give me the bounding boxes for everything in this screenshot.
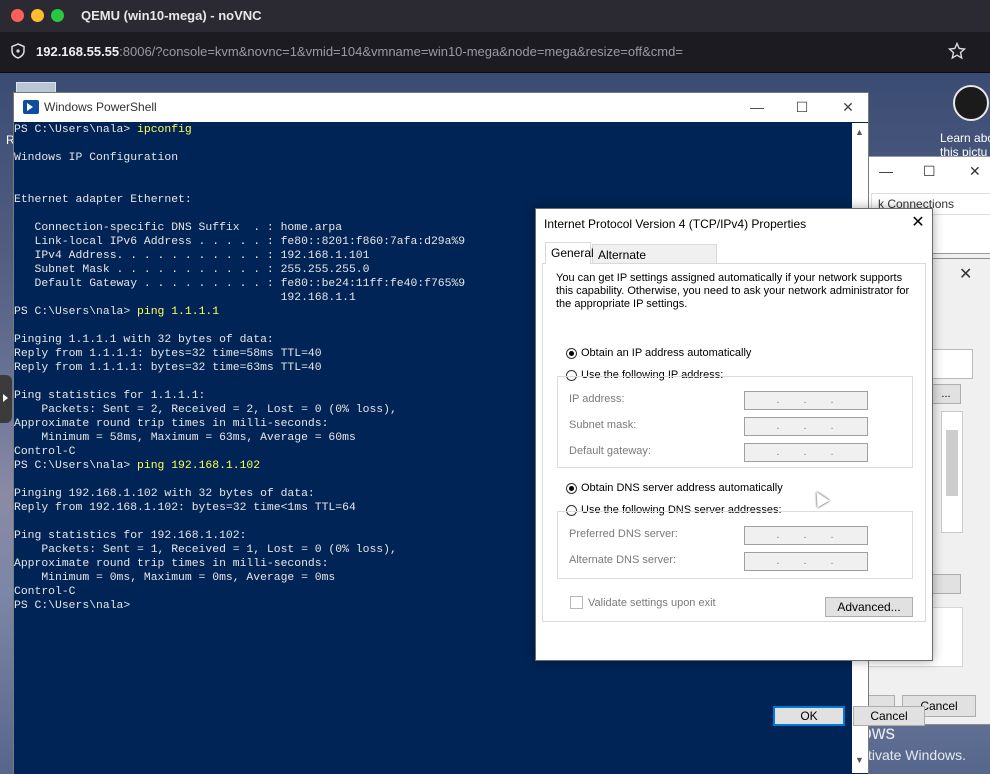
validate-settings-checkbox[interactable]: Validate settings upon exit [570,596,716,609]
radio-indicator[interactable] [566,347,577,359]
ok-button[interactable]: OK [773,706,845,726]
general-tab-panel: You can get IP settings assigned automat… [542,263,926,622]
close-icon[interactable]: ✕ [833,96,863,118]
tab-general[interactable]: General [545,242,594,264]
console-prompt: PS C:\Users\nala> [14,306,138,318]
console-line: Ethernet adapter Ethernet: [14,194,192,206]
advanced-button[interactable]: Advanced... [825,597,913,617]
close-icon[interactable]: ✕ [969,163,981,180]
default-gateway-label: Default gateway: [569,445,651,457]
site-security-icon[interactable] [10,43,26,59]
properties-button[interactable] [931,574,961,594]
default-gateway-field[interactable]: ... [744,443,868,462]
minimize-icon[interactable]: — [742,96,772,118]
close-icon[interactable]: ✕ [959,264,972,284]
close-window-button[interactable] [11,9,24,22]
novnc-sidebar-handle[interactable] [0,375,12,423]
maximize-icon[interactable]: ☐ [923,163,936,180]
console-command: ping 192.168.1.102 [137,460,261,472]
address-bar[interactable]: 192.168.55.55:8006/?console=kvm&novnc=1&… [0,32,990,73]
obtain-ip-auto-radio[interactable]: Obtain an IP address automatically [566,347,751,359]
console-line: Windows IP Configuration [14,152,179,164]
items-list[interactable] [941,411,963,533]
console-prompt: PS C:\Users\nala> [14,600,131,612]
radio-indicator[interactable] [566,482,577,494]
zoom-window-button[interactable] [51,9,64,22]
subnet-mask-field[interactable]: ... [744,417,868,436]
minimize-window-button[interactable] [31,9,44,22]
cancel-button[interactable]: Cancel [853,706,925,726]
checkbox-indicator[interactable] [570,596,583,609]
console-prompt: PS C:\Users\nala> [14,124,138,136]
console-prompt: PS C:\Users\nala> [14,460,138,472]
dialog-title: Internet Protocol Version 4 (TCP/IPv4) P… [544,217,807,231]
url-text[interactable]: 192.168.55.55:8006/?console=kvm&novnc=1&… [36,44,683,59]
console-line: PS C:\Users\nala> ipconfig [14,123,852,137]
subnet-mask-label: Subnet mask: [569,419,637,431]
browser-titlebar: QEMU (win10-mega) - noVNC [0,0,990,32]
dialog-description: You can get IP settings assigned automat… [556,272,910,310]
adapter-field [931,349,973,379]
console-command: ipconfig [137,124,192,136]
alternate-dns-label: Alternate DNS server: [569,554,676,566]
bookmark-star-icon[interactable] [948,42,966,60]
powershell-icon [23,100,39,114]
configure-button[interactable]: ... [931,384,961,404]
scrollbar-thumb[interactable] [946,430,958,496]
scroll-down-icon[interactable]: ▼ [855,755,864,765]
browser-window-title: QEMU (win10-mega) - noVNC [81,8,262,23]
console-command: ping 1.1.1.1 [137,306,220,318]
preferred-dns-label: Preferred DNS server: [569,528,678,540]
ip-address-field[interactable]: ... [744,391,868,410]
obtain-dns-auto-label: Obtain DNS server address automatically [581,482,783,494]
scroll-up-icon[interactable]: ▲ [855,127,864,137]
tab-alternate-configuration[interactable]: Alternate Configuration [592,244,717,282]
vm-desktop[interactable]: R Learn abo this pictu — ☐ ✕ k Connectio… [0,73,990,774]
close-icon[interactable]: ✕ [908,213,928,233]
obtain-dns-auto-radio[interactable]: Obtain DNS server address automatically [566,482,783,494]
powershell-titlebar[interactable]: Windows PowerShell — ☐ ✕ [14,93,868,122]
spotlight-camera-icon[interactable] [953,85,989,121]
ip-address-label: IP address: [569,393,625,405]
spotlight-text[interactable]: Learn abo this pictu [940,131,990,159]
ipv4-properties-dialog[interactable]: Internet Protocol Version 4 (TCP/IPv4) P… [535,208,933,726]
url-host: 192.168.55.55 [36,44,120,59]
validate-settings-label: Validate settings upon exit [588,596,716,609]
maximize-icon[interactable]: ☐ [787,96,817,118]
powershell-title: Windows PowerShell [44,100,157,114]
minimize-icon[interactable]: — [879,163,893,179]
obtain-ip-auto-label: Obtain an IP address automatically [581,347,752,359]
preferred-dns-field[interactable]: ... [744,526,868,545]
spotlight-line1: Learn abo [940,131,990,145]
url-path: :8006/?console=kvm&novnc=1&vmid=104&vmna… [119,44,683,59]
alternate-dns-field[interactable]: ... [744,552,868,571]
